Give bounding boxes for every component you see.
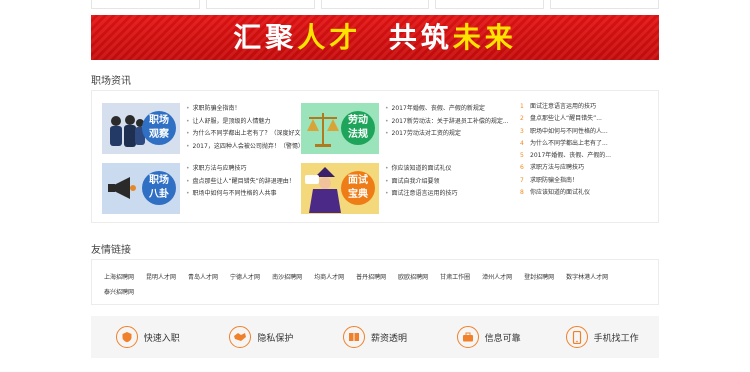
news-tag: 职场 观察 (142, 111, 176, 145)
feature-label: 手机找工作 (593, 333, 639, 344)
ranking-item[interactable]: 2 盘点那些让人“醒目错失”... (520, 113, 650, 125)
feature-label: 薪资透明 (370, 333, 407, 344)
shield-icon (115, 326, 138, 348)
news-tag: 面试 宝典 (341, 171, 375, 205)
news-item[interactable]: 为什么不同学都出上老有了？（深度好文） (186, 128, 312, 141)
friend-link[interactable]: 青岛人才网 (188, 274, 218, 281)
ranking-item[interactable]: 8 你应该知道的面试礼仪 (520, 187, 650, 199)
feature-reliable-info[interactable]: 信息可靠 (432, 316, 546, 358)
feature-label: 信息可靠 (484, 333, 521, 344)
friend-link[interactable]: 泰兴招聘网 (104, 289, 134, 296)
briefcase-icon (456, 326, 479, 348)
friend-link[interactable]: 漳州人才网 (482, 274, 512, 281)
career-news-panel: 职场观察 求职防骗全指南！ 让人舒服，是顶级的人情魅力 为什么不同学都出上老有了… (91, 90, 659, 223)
news-list: 求职方法与应聘技巧 盘点那些让人“醒目错失”的辞退理由！ 职场中如何与不同性格的… (186, 163, 312, 201)
top-card[interactable] (91, 0, 200, 9)
banner-word: 共筑 (388, 21, 453, 54)
friend-link[interactable]: 登封招聘网 (524, 274, 554, 281)
friend-link[interactable]: 欧欧招聘网 (398, 274, 428, 281)
news-item[interactable]: 面试自我介绍要领 (385, 176, 511, 189)
ranking-item[interactable]: 3 职场中如何与不同性格的人... (520, 126, 650, 138)
ranking-item[interactable]: 4 为什么不同学都出上老有了... (520, 138, 650, 150)
friend-link[interactable]: 上海招聘网 (104, 274, 134, 281)
news-list: 你应该知道的面试礼仪 面试自我介绍要领 面试注意语言运用的技巧 (385, 163, 511, 201)
news-tag: 劳动 法规 (341, 111, 375, 145)
ranking-item[interactable]: 5 2017年婚假、丧假、产假的... (520, 150, 650, 162)
news-item[interactable]: 2017，这四种人会被公司抛弃！（警惕） (186, 141, 312, 154)
feature-bar: 快速入职 隐私保护 薪资透明 信息可靠 手机找工作 (91, 316, 659, 358)
friend-links-row: 泰兴招聘网 (104, 288, 644, 297)
feature-label: 快速入职 (143, 333, 180, 344)
feature-mobile-job-search[interactable]: 手机找工作 (545, 316, 659, 358)
banner-word: 汇聚 (233, 21, 298, 54)
news-list: 2017年婚假、丧假、产假的新规定 2017新劳动法：关于辞退员工补偿的规定..… (385, 103, 511, 141)
friend-link[interactable]: 南沙招聘网 (272, 274, 302, 281)
feature-salary-transparency[interactable]: 薪资透明 (318, 316, 432, 358)
ranking-item[interactable]: 1 面试注意语言运用的技巧 (520, 101, 650, 113)
banner-word: 人才 (297, 21, 362, 54)
friend-link[interactable]: 昆明人才网 (146, 274, 176, 281)
news-list: 求职防骗全指南！ 让人舒服，是顶级的人情魅力 为什么不同学都出上老有了？（深度好… (186, 103, 312, 153)
top-card[interactable] (550, 0, 659, 9)
banner-word: 未来 (452, 21, 517, 54)
hot-ranking-list: 1 面试注意语言运用的技巧 2 盘点那些让人“醒目错失”... 3 职场中如何与不同性… (520, 101, 650, 199)
news-item[interactable]: 2017年婚假、丧假、产假的新规定 (385, 103, 511, 116)
friend-links-title: 友情链接 (91, 245, 131, 256)
friend-link[interactable]: 数字林港人才网 (566, 274, 608, 281)
friend-link[interactable]: 甘肃工作圈 (440, 274, 470, 281)
news-item[interactable]: 求职方法与应聘技巧 (186, 163, 312, 176)
labor-law-thumbnail[interactable]: 劳动 法规 (301, 103, 379, 154)
news-tag: 职场 八卦 (142, 171, 176, 205)
news-block-labor-law: 劳动法规 2017年婚假、丧假、产假的新规定 2017新劳动法：关于辞退员工补偿… (301, 103, 511, 155)
banner-slogan: 汇聚人才 共筑未来 (91, 21, 659, 55)
top-card-row (91, 0, 659, 9)
news-item[interactable]: 2017新劳动法：关于辞退员工补偿的规定... (385, 116, 511, 129)
news-item[interactable]: 你应该知道的面试礼仪 (385, 163, 511, 176)
book-icon (342, 326, 365, 348)
news-item[interactable]: 职场中如何与不同性格的人共事 (186, 188, 312, 201)
friend-link[interactable]: 均商人才网 (314, 274, 344, 281)
feature-label: 隐私保护 (257, 333, 294, 344)
interview-guide-thumbnail[interactable]: 面试 宝典 (301, 163, 379, 214)
friend-links-panel: 上海招聘网 昆明人才网 青岛人才网 宁德人才网 南沙招聘网 均商人才网 普丹招聘网 欧欧招聘网… (91, 259, 659, 305)
news-item[interactable]: 面试注意语言运用的技巧 (385, 188, 511, 201)
friend-links-row: 上海招聘网 昆明人才网 青岛人才网 宁德人才网 南沙招聘网 均商人才网 普丹招聘网 欧欧招聘网… (104, 273, 644, 282)
promo-banner[interactable]: 汇聚人才 共筑未来 (91, 15, 659, 60)
career-news-title: 职场资讯 (91, 76, 131, 87)
news-block-career-gossip: 职场八卦 求职方法与应聘技巧 盘点那些让人“醒目错失”的辞退理由！ 职场中如何与… (102, 163, 312, 215)
news-item[interactable]: 2017劳动法对工资的规定 (385, 128, 511, 141)
friend-link[interactable]: 宁德人才网 (230, 274, 260, 281)
news-block-interview-guide: 面试宝典 你应该知道的面试礼仪 面试自我介绍要领 面试注意语言运用的技巧 (301, 163, 511, 215)
top-card[interactable] (205, 0, 315, 9)
feature-fast-onboarding[interactable]: 快速入职 (91, 316, 205, 358)
ranking-item[interactable]: 6 求职方法与应聘技巧 (520, 162, 650, 174)
news-item[interactable]: 求职防骗全指南！ (186, 103, 312, 116)
career-observation-thumbnail[interactable]: 职场 观察 (102, 103, 180, 154)
phone-icon (565, 326, 588, 348)
feature-privacy[interactable]: 隐私保护 (205, 316, 319, 358)
career-gossip-thumbnail[interactable]: 职场 八卦 (102, 163, 180, 214)
top-card[interactable] (320, 0, 430, 9)
news-item[interactable]: 盘点那些让人“醒目错失”的辞退理由！ (186, 176, 312, 189)
handshake-icon (229, 326, 252, 348)
ranking-item[interactable]: 7 求职防骗全指南！ (520, 175, 650, 187)
news-block-career-observation: 职场观察 求职防骗全指南！ 让人舒服，是顶级的人情魅力 为什么不同学都出上老有了… (102, 103, 312, 155)
news-item[interactable]: 让人舒服，是顶级的人情魅力 (186, 116, 312, 129)
top-card[interactable] (435, 0, 545, 9)
friend-link[interactable]: 普丹招聘网 (356, 274, 386, 281)
